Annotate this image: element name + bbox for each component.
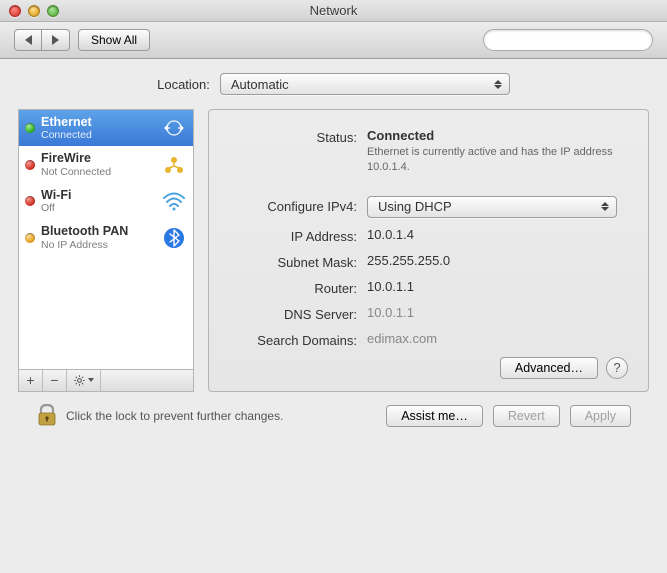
updown-icon bbox=[491, 76, 505, 92]
ip-address-label: IP Address: bbox=[229, 227, 367, 244]
router-label: Router: bbox=[229, 279, 367, 296]
status-value: Connected bbox=[367, 128, 628, 143]
search-field[interactable] bbox=[483, 29, 653, 51]
status-dot-icon bbox=[25, 196, 35, 206]
interface-list-toolbar: + − bbox=[18, 369, 194, 392]
firewire-icon bbox=[161, 152, 187, 178]
add-interface-button[interactable]: + bbox=[19, 370, 43, 391]
location-select[interactable]: Automatic bbox=[220, 73, 510, 95]
sidebar-item-label: Bluetooth PAN bbox=[41, 224, 155, 238]
router-value: 10.0.1.1 bbox=[367, 279, 628, 294]
configure-ipv4-label: Configure IPv4: bbox=[229, 199, 367, 214]
chevron-down-icon bbox=[88, 378, 94, 382]
sidebar-item-status: No IP Address bbox=[41, 239, 155, 251]
subnet-mask-value: 255.255.255.0 bbox=[367, 253, 628, 268]
show-all-button[interactable]: Show All bbox=[78, 29, 150, 51]
chevron-right-icon bbox=[52, 35, 59, 45]
bottom-bar: Click the lock to prevent further change… bbox=[18, 392, 649, 431]
location-value: Automatic bbox=[231, 77, 289, 92]
status-dot-icon bbox=[25, 123, 35, 133]
bluetooth-icon bbox=[161, 225, 187, 251]
action-menu-button[interactable] bbox=[67, 370, 101, 391]
help-button[interactable]: ? bbox=[606, 357, 628, 379]
status-dot-icon bbox=[25, 233, 35, 243]
ethernet-icon bbox=[161, 115, 187, 141]
sidebar-item-ethernet[interactable]: Ethernet Connected bbox=[19, 110, 193, 146]
sidebar-item-status: Off bbox=[41, 202, 155, 214]
dns-server-value: 10.0.1.1 bbox=[367, 305, 628, 320]
location-row: Location: Automatic bbox=[18, 73, 649, 95]
chevron-left-icon bbox=[25, 35, 32, 45]
toolbar: Show All bbox=[0, 22, 667, 59]
forward-button[interactable] bbox=[42, 29, 70, 51]
interface-list: Ethernet Connected FireWire Not Connecte… bbox=[18, 109, 194, 369]
sidebar-item-wifi[interactable]: Wi-Fi Off bbox=[19, 183, 193, 219]
apply-button[interactable]: Apply bbox=[570, 405, 631, 427]
remove-interface-button[interactable]: − bbox=[43, 370, 67, 391]
status-label: Status: bbox=[229, 128, 367, 145]
assist-me-button[interactable]: Assist me… bbox=[386, 405, 483, 427]
search-input[interactable] bbox=[496, 33, 651, 47]
dns-server-label: DNS Server: bbox=[229, 305, 367, 322]
revert-button[interactable]: Revert bbox=[493, 405, 560, 427]
search-domains-value: edimax.com bbox=[367, 331, 628, 346]
back-button[interactable] bbox=[14, 29, 42, 51]
interfaces-sidebar: Ethernet Connected FireWire Not Connecte… bbox=[18, 109, 194, 392]
gear-icon bbox=[73, 374, 86, 387]
ip-address-value: 10.0.1.4 bbox=[367, 227, 628, 242]
wifi-icon bbox=[161, 188, 187, 214]
subnet-mask-label: Subnet Mask: bbox=[229, 253, 367, 270]
lock-text: Click the lock to prevent further change… bbox=[66, 409, 283, 423]
sidebar-item-status: Connected bbox=[41, 129, 155, 141]
configure-ipv4-select[interactable]: Using DHCP bbox=[367, 196, 617, 218]
sidebar-item-label: Wi-Fi bbox=[41, 188, 155, 202]
search-domains-label: Search Domains: bbox=[229, 331, 367, 348]
window-title: Network bbox=[0, 3, 667, 18]
status-description: Ethernet is currently active and has the… bbox=[367, 145, 628, 175]
sidebar-item-label: Ethernet bbox=[41, 115, 155, 129]
sidebar-item-status: Not Connected bbox=[41, 166, 155, 178]
sidebar-item-firewire[interactable]: FireWire Not Connected bbox=[19, 146, 193, 182]
configure-ipv4-value: Using DHCP bbox=[378, 199, 452, 214]
location-label: Location: bbox=[157, 77, 210, 92]
sidebar-item-label: FireWire bbox=[41, 151, 155, 165]
sidebar-item-bluetooth[interactable]: Bluetooth PAN No IP Address bbox=[19, 219, 193, 255]
nav-segment bbox=[14, 29, 70, 51]
lock-icon[interactable] bbox=[36, 402, 58, 431]
advanced-button[interactable]: Advanced… bbox=[500, 357, 598, 379]
titlebar: Network bbox=[0, 0, 667, 22]
updown-icon bbox=[598, 199, 612, 215]
status-dot-icon bbox=[25, 160, 35, 170]
detail-panel: Status: Connected Ethernet is currently … bbox=[208, 109, 649, 392]
